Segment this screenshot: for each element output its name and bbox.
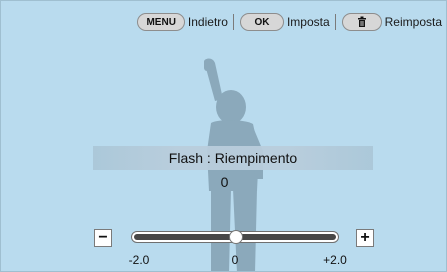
increase-button[interactable]: + [356, 229, 374, 247]
trash-key-icon [341, 13, 382, 31]
set-hint[interactable]: OK Imposta [239, 13, 336, 31]
camera-screen: MENU Indietro OK Imposta Reimposta Flash… [0, 0, 447, 272]
back-hint[interactable]: MENU Indietro [137, 13, 234, 31]
flash-compensation-slider[interactable] [131, 230, 339, 244]
decrease-button[interactable]: − [94, 229, 112, 247]
set-label: Imposta [286, 15, 330, 29]
mid-label: 0 [231, 253, 239, 267]
max-label: +2.0 [323, 253, 347, 267]
setting-value: 0 [220, 174, 229, 190]
menu-key-icon: MENU [137, 13, 185, 31]
min-label: -2.0 [128, 253, 150, 267]
divider [232, 14, 234, 30]
reset-label: Reimposta [384, 15, 442, 29]
ok-key-icon: OK [239, 13, 284, 31]
help-bar: MENU Indietro OK Imposta Reimposta [137, 11, 442, 33]
slider-handle[interactable] [229, 230, 243, 244]
trash-icon [357, 16, 366, 27]
divider [334, 14, 336, 30]
back-label: Indietro [187, 15, 228, 29]
reset-hint[interactable]: Reimposta [341, 13, 442, 31]
setting-title: Flash : Riempimento [93, 146, 373, 170]
